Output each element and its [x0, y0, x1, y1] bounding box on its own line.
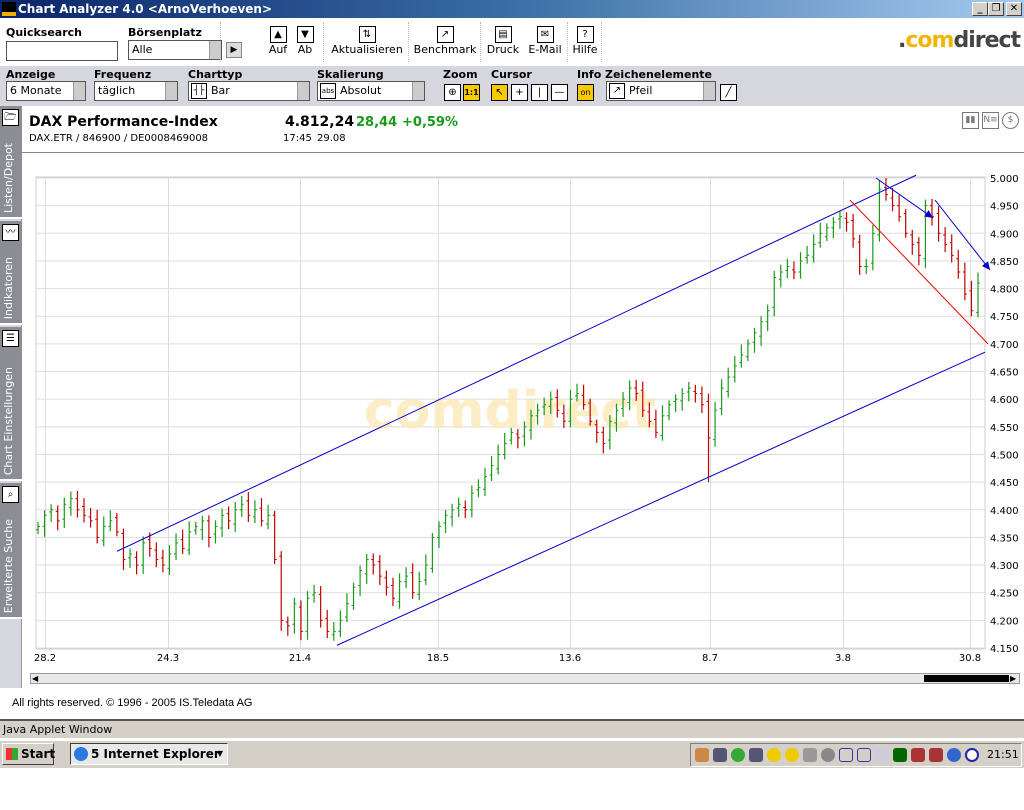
scroll-left-icon: ◀ — [32, 674, 39, 683]
a-tray-icon[interactable] — [857, 748, 871, 762]
y-tick-label: 4.150 — [990, 644, 1019, 655]
y-tick-label: 4.600 — [990, 395, 1019, 406]
copyright: All rights reserved. © 1996 - 2005 IS.Te… — [12, 697, 253, 709]
network-tray-icon[interactable] — [713, 748, 727, 762]
app-tray-icon[interactable] — [731, 748, 745, 762]
y-tick-label: 4.750 — [990, 312, 1019, 323]
volume-tray-icon[interactable] — [821, 748, 835, 762]
y-tick-label: 4.400 — [990, 506, 1019, 517]
y-tick-label: 4.700 — [990, 340, 1019, 351]
x-tick-label: 13.6 — [559, 653, 581, 664]
x-tick-label: 21.4 — [289, 653, 311, 664]
clock-tray-icon[interactable] — [965, 748, 979, 762]
price-chart[interactable]: 5.000 4.950 4.900 4.850 4.800 4.750 4.700 4.650… — [0, 0, 1024, 690]
y-tick-label: 4.950 — [990, 202, 1019, 213]
y-tick-label: 4.800 — [990, 285, 1019, 296]
watermark: comdirect — [364, 381, 656, 441]
windows-logo-icon — [6, 748, 18, 760]
ie-icon — [74, 747, 88, 761]
taskbar: Start 5 Internet Explorer ▼ 21:51 — [0, 740, 1024, 768]
y-tick-label: 4.850 — [990, 257, 1019, 268]
globe-tray-icon[interactable] — [767, 748, 781, 762]
y-tick-label: 4.900 — [990, 229, 1019, 240]
chart-scrollbar[interactable]: ◀ ▶ — [30, 673, 1020, 684]
x-tick-label: 28.2 — [34, 653, 56, 664]
scroll-thumb[interactable] — [924, 675, 1009, 682]
start-button[interactable]: Start — [2, 743, 55, 765]
network2-tray-icon[interactable] — [749, 748, 763, 762]
y-tick-label: 4.350 — [990, 533, 1019, 544]
taskbar-ie-group[interactable]: 5 Internet Explorer ▼ — [70, 743, 228, 765]
y-tick-label: 4.200 — [990, 616, 1019, 627]
x-tick-label: 3.8 — [835, 653, 851, 664]
one-tray-icon[interactable] — [893, 748, 907, 762]
flag2-tray-icon[interactable] — [929, 748, 943, 762]
y-tick-label: 4.450 — [990, 478, 1019, 489]
y-tick-label: 4.300 — [990, 561, 1019, 572]
security-tray-icon[interactable] — [785, 748, 799, 762]
y-tick-label: 5.000 — [990, 174, 1019, 185]
system-tray: 21:51 — [690, 743, 1022, 767]
update-tray-icon[interactable] — [947, 748, 961, 762]
x-tick-label: 8.7 — [702, 653, 718, 664]
x-tick-label: 24.3 — [157, 653, 179, 664]
x-tick-label: 30.8 — [959, 653, 981, 664]
y-tick-label: 4.650 — [990, 368, 1019, 379]
y-tick-label: 4.250 — [990, 589, 1019, 600]
y-tick-label: 4.550 — [990, 423, 1019, 434]
download-tray-icon[interactable] — [839, 748, 853, 762]
java-tray-icon[interactable] — [695, 748, 709, 762]
x-tick-label: 18.5 — [427, 653, 449, 664]
scroll-right-icon: ▶ — [1010, 674, 1017, 683]
t-tray-icon[interactable] — [875, 748, 889, 762]
tool-tray-icon[interactable] — [803, 748, 817, 762]
applet-status-bar: Java Applet Window — [0, 719, 1024, 738]
flag-tray-icon[interactable] — [911, 748, 925, 762]
clock: 21:51 — [987, 748, 1019, 761]
y-tick-label: 4.500 — [990, 450, 1019, 461]
